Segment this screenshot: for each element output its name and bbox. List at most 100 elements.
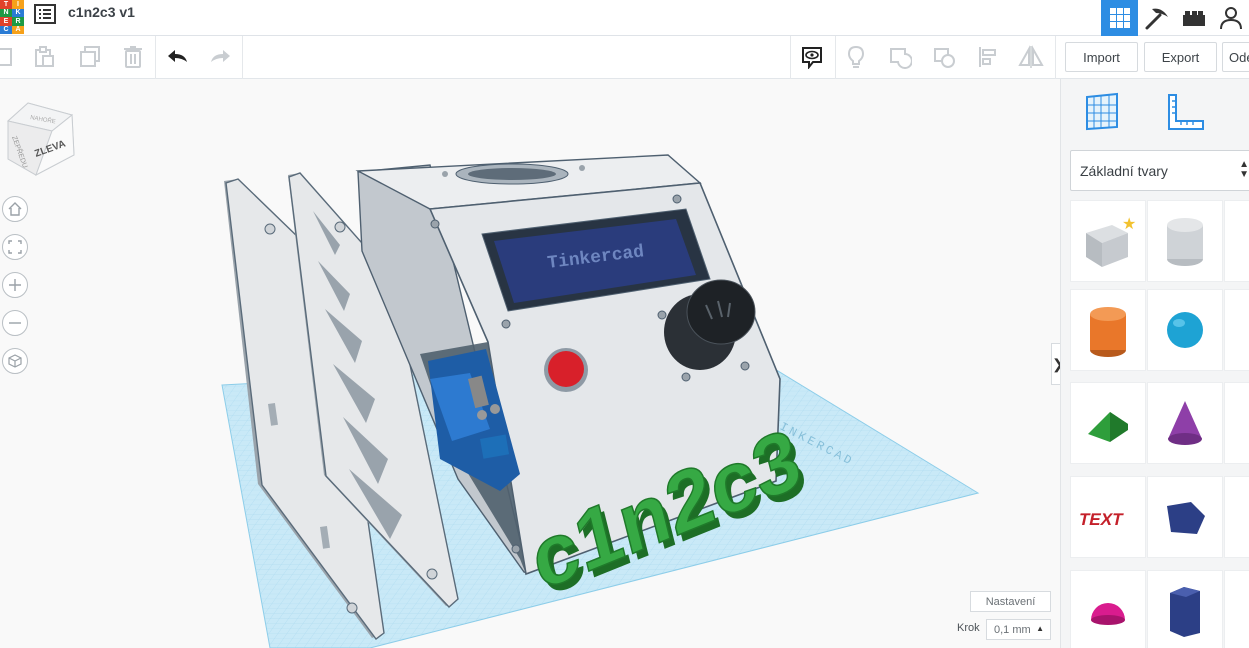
caret-up-icon: ▲ <box>1036 624 1044 633</box>
fit-view-button[interactable] <box>2 234 28 260</box>
plus-icon <box>9 279 21 291</box>
top-bar: T I N K E R C A c1n2c3 v1 <box>0 0 1249 36</box>
notes-button[interactable] <box>798 43 826 71</box>
shape-cylinder-hole[interactable] <box>1147 200 1223 282</box>
shape-half-sphere[interactable] <box>1070 570 1146 648</box>
grid-icon <box>1109 8 1130 28</box>
toolbar-divider <box>835 36 836 79</box>
shape-grey[interactable] <box>1224 570 1249 648</box>
delete-button[interactable] <box>119 43 147 71</box>
mirror-button[interactable] <box>1017 43 1045 71</box>
shape-hexagonal-prism[interactable] <box>1147 570 1223 648</box>
align-button[interactable] <box>974 43 1002 71</box>
red-push-button[interactable] <box>544 348 588 392</box>
logo-letter: I <box>12 0 24 9</box>
box-shape-icon: ★ <box>1086 216 1136 267</box>
undo-button[interactable] <box>164 43 192 71</box>
export-button[interactable]: Export <box>1144 42 1217 72</box>
snap-grid-label: Krok <box>957 622 980 634</box>
home-icon <box>8 202 22 216</box>
toolbar-divider <box>790 36 791 79</box>
ungroup-icon <box>934 48 955 68</box>
mirror-icon <box>1018 45 1044 68</box>
redo-button[interactable] <box>206 43 234 71</box>
shape-category-value: Základní tvary <box>1080 162 1168 179</box>
green-roof-icon <box>1088 412 1128 442</box>
shape-sphere[interactable] <box>1147 289 1223 371</box>
group-icon <box>890 48 912 69</box>
copy-button[interactable] <box>0 43 20 71</box>
shape-cone[interactable] <box>1147 382 1223 464</box>
shape-scribble[interactable] <box>1224 289 1249 371</box>
tinkercad-logo[interactable]: T I N K E R C A <box>0 0 24 34</box>
group-button[interactable] <box>886 43 914 71</box>
lightbulb-icon <box>847 45 865 68</box>
align-icon <box>979 47 996 67</box>
cylinder-hole-icon <box>1167 218 1203 266</box>
home-view-button[interactable] <box>2 196 28 222</box>
red-box-icon <box>1237 213 1249 269</box>
3d-design-mode-button[interactable] <box>1101 0 1138 36</box>
shape-polygon[interactable] <box>1147 476 1223 558</box>
edit-toolbar: Import Export Ode <box>0 36 1249 79</box>
send-to-button[interactable]: Ode <box>1222 42 1249 72</box>
duplicate-button[interactable] <box>76 43 104 71</box>
paste-icon <box>35 46 54 67</box>
ruler-tool-button[interactable] <box>1163 91 1205 133</box>
logo-letter: E <box>0 17 12 26</box>
redo-icon <box>211 50 230 62</box>
logo-letter: A <box>12 25 24 34</box>
bricks-icon <box>1182 11 1205 26</box>
shape-category-select[interactable]: Základní tvary ▲ ▼ <box>1070 150 1249 191</box>
toolbar-divider <box>242 36 243 79</box>
pickaxe-icon <box>1145 8 1168 30</box>
undo-icon <box>168 50 187 62</box>
logo-letter: R <box>12 17 24 26</box>
copy-icon <box>0 48 12 66</box>
blocks-mode-button[interactable] <box>1138 0 1175 36</box>
chevron-right-icon: ❯ <box>1052 356 1060 373</box>
light-button[interactable] <box>842 43 870 71</box>
shape-pyramid[interactable] <box>1224 382 1249 464</box>
scribble-shape-icon <box>1237 305 1249 355</box>
shape-text[interactable]: TEXT <box>1070 476 1146 558</box>
workplane-grid-icon <box>1086 92 1118 131</box>
zoom-out-button[interactable] <box>2 310 28 336</box>
panel-collapse-button[interactable]: ❯ <box>1051 343 1060 385</box>
shape-box-red[interactable] <box>1224 200 1249 282</box>
shape-roof[interactable] <box>1070 382 1146 464</box>
user-icon <box>1219 7 1242 30</box>
logo-letter: T <box>0 0 12 9</box>
paste-button[interactable] <box>30 43 58 71</box>
toolbar-divider <box>1055 36 1056 79</box>
toolbar-divider <box>155 36 156 79</box>
workplane-tool-button[interactable] <box>1081 91 1123 133</box>
settings-button[interactable]: Nastavení <box>970 591 1051 612</box>
speech-bubble-eye-icon <box>802 47 822 69</box>
logo-letter: C <box>0 25 12 34</box>
account-button[interactable] <box>1212 0 1249 36</box>
shape-yellow[interactable] <box>1224 476 1249 558</box>
text-shape-icon-label: TEXT <box>1078 509 1125 529</box>
perspective-button[interactable] <box>2 348 28 374</box>
snap-grid-select[interactable]: 0,1 mm ▲ <box>986 619 1051 640</box>
fit-icon <box>8 240 22 254</box>
zoom-in-button[interactable] <box>2 272 28 298</box>
text-shape-icon: TEXT <box>1078 509 1125 529</box>
shape-box[interactable]: ★ <box>1070 200 1146 282</box>
view-cube[interactable]: ZLEVA ZEPŘEDU NAHOŘE <box>6 101 78 186</box>
design-title[interactable]: c1n2c3 v1 <box>68 4 135 20</box>
shapes-panel: Základní tvary ▲ ▼ ★ TEXT <box>1060 79 1249 648</box>
mode-switcher <box>1101 0 1249 36</box>
shape-cylinder[interactable] <box>1070 289 1146 371</box>
cube-icon <box>8 354 22 368</box>
import-button[interactable]: Import <box>1065 42 1138 72</box>
workplane-viewport[interactable]: TINKERCAD Tinkercad c1n2c3 c1n2c3 ZLEVA … <box>0 79 1060 648</box>
bricks-mode-button[interactable] <box>1175 0 1212 36</box>
navy-prism-icon <box>1170 587 1200 637</box>
teal-pyramid-icon <box>1237 398 1249 448</box>
ungroup-button[interactable] <box>930 43 958 71</box>
orange-cylinder-icon <box>1090 307 1126 357</box>
sphere-icon <box>1167 312 1203 348</box>
design-menu-icon[interactable] <box>34 4 56 24</box>
